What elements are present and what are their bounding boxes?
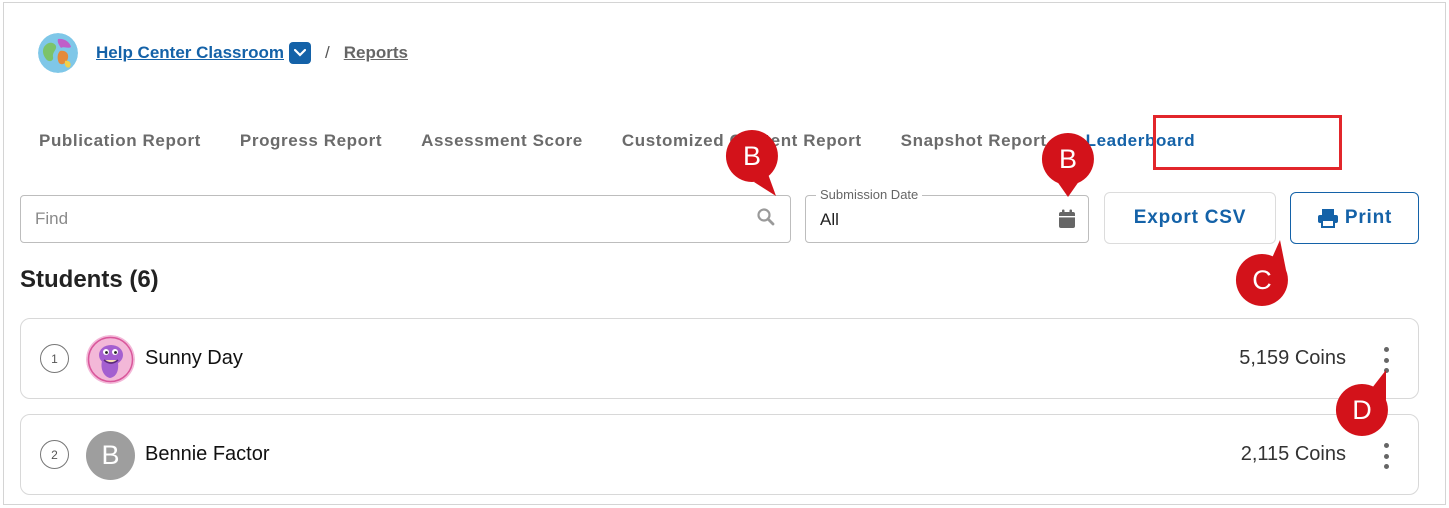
report-tabs: Publication Report Progress Report Asses… [39,128,1195,154]
rank-badge: 2 [40,440,69,469]
calendar-icon[interactable] [1058,209,1076,234]
avatar [86,335,135,384]
more-options-icon[interactable] [1378,441,1394,471]
submission-date-label: Submission Date [816,187,923,202]
students-heading: Students (6) [20,266,159,293]
marker-label: B [1058,143,1077,174]
avatar: B [86,431,135,480]
print-button-label: Print [1344,207,1393,228]
student-coins: 5,159 Coins [1239,347,1346,369]
classroom-globe-icon [38,33,78,73]
submission-date-value: All [820,210,839,229]
student-name: Bennie Factor [145,443,270,465]
callout-marker-b-calendar: B [1040,131,1096,197]
marker-label: D [1352,394,1372,425]
breadcrumb-separator: / [325,43,330,62]
tab-snapshot-report[interactable]: Snapshot Report [901,131,1047,151]
printer-icon [1317,209,1338,228]
leaderboard-highlight-box [1153,115,1342,170]
print-button[interactable]: Print [1290,192,1419,244]
callout-marker-c-print: C [1234,240,1290,308]
tab-publication-report[interactable]: Publication Report [39,131,201,151]
marker-label: B [742,140,761,171]
breadcrumb: Help Center Classroom / Reports [38,33,408,73]
submission-date-field[interactable]: Submission Date All [805,187,1089,243]
student-name: Sunny Day [145,347,243,369]
table-row[interactable]: 1 Sunny Day 5,159 Coins [20,318,1419,399]
marker-label: C [1252,264,1272,295]
classroom-link[interactable]: Help Center Classroom [96,43,284,63]
search-icon[interactable] [756,207,776,232]
reports-link[interactable]: Reports [344,43,408,63]
callout-marker-b-search: B [724,128,780,196]
tab-assessment-score[interactable]: Assessment Score [421,131,583,151]
export-csv-button[interactable]: Export CSV [1104,192,1276,244]
table-row[interactable]: 2 B Bennie Factor 2,115 Coins [20,414,1419,495]
find-field [20,195,791,243]
student-coins: 2,115 Coins [1240,443,1346,465]
callout-marker-d-options: D [1334,370,1390,438]
tab-progress-report[interactable]: Progress Report [240,131,382,151]
find-input[interactable] [35,209,756,229]
classroom-dropdown-chevron-down-icon[interactable] [289,42,311,64]
rank-badge: 1 [40,344,69,373]
